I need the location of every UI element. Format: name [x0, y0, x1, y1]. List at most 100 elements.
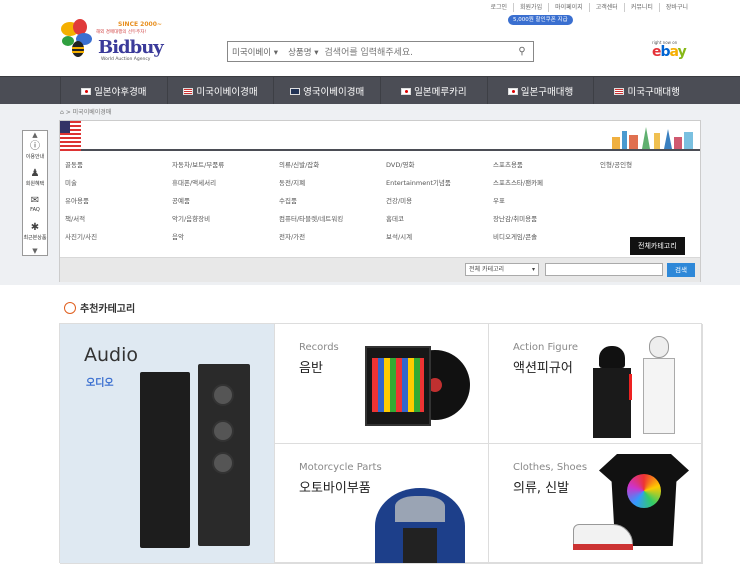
community-link[interactable]: 커뮤니티 — [623, 3, 659, 12]
side-item-recent[interactable]: ✱ 최근본상품 — [23, 220, 47, 247]
category-item[interactable]: 책/서적 — [65, 213, 172, 225]
side-quick-menu: ▲ ⓘ 이용안내 ♟ 회원혜택 ✉ FAQ ✱ 최근본상품 ▼ — [22, 130, 48, 256]
category-item[interactable]: 인형/공인형 — [600, 159, 707, 171]
category-search-button[interactable]: 검색 — [667, 263, 695, 277]
ebay-wordmark: ebay — [652, 44, 687, 60]
main-nav: 일본야후경매 미국이베이경매 영국이베이경매 일본메루카리 일본구매대행 미국구… — [0, 76, 740, 105]
japan-flag-icon — [81, 87, 92, 95]
category-item[interactable]: 스포츠스타/팬카페 — [493, 177, 600, 189]
us-flag-icon — [614, 87, 625, 95]
category-item — [600, 195, 707, 207]
category-item[interactable]: 건강/미용 — [386, 195, 493, 207]
breadcrumb: ⌂ > 미국이베이경매 — [60, 109, 112, 116]
tile-en-label: Records — [299, 342, 339, 353]
category-item[interactable]: 수집품 — [279, 195, 386, 207]
tile-en-label: Motorcycle Parts — [299, 462, 382, 473]
nav-us-purchase[interactable]: 미국구매대행 — [593, 77, 700, 105]
nav-ebay-uk[interactable]: 영국이베이경매 — [273, 77, 380, 105]
category-item[interactable]: 보석/시계 — [386, 231, 493, 243]
nav-ebay-us[interactable]: 미국이베이경매 — [166, 77, 274, 105]
category-item[interactable]: 홈데코 — [386, 213, 493, 225]
support-link[interactable]: 고객센터 — [588, 3, 624, 12]
category-item[interactable]: 미술 — [65, 177, 172, 189]
ebay-logo[interactable]: right now on ebay — [652, 40, 692, 64]
category-item[interactable]: 장난감/취미용품 — [493, 213, 600, 225]
category-item[interactable]: 악기/음향장비 — [172, 213, 279, 225]
logo-subtitle: World Auction Agency — [101, 57, 151, 62]
site-logo[interactable]: SINCE 2000~ 해외 경매대행의 선두주자! Bidbuy World … — [58, 17, 168, 65]
category-item[interactable]: 유아용품 — [65, 195, 172, 207]
nav-japan-purchase[interactable]: 일본구매대행 — [486, 77, 594, 105]
category-item[interactable]: 전자/가전 — [279, 231, 386, 243]
category-item[interactable]: 휴대폰/액세서리 — [172, 177, 279, 189]
faq-icon: ✉ — [30, 195, 40, 206]
category-item — [600, 213, 707, 225]
search-button[interactable]: ⚲ — [511, 46, 533, 57]
breadcrumb-current[interactable]: 미국이베이경매 — [73, 109, 112, 116]
category-item[interactable]: DVD/영화 — [386, 159, 493, 171]
tile-ko-label: 의류, 신발 — [513, 481, 570, 496]
cart-link[interactable]: 장바구니 — [658, 3, 694, 12]
uk-flag-icon — [290, 87, 301, 95]
scroll-up-arrow[interactable]: ▲ — [23, 131, 47, 139]
tile-ko-label: 액션피규어 — [513, 361, 573, 376]
mypage-link[interactable]: 마이페이지 — [548, 3, 589, 12]
top-links: 로그인 회원가입 마이페이지 고객센터 커뮤니티 장바구니 — [484, 3, 694, 12]
tile-audio[interactable]: Audio 오디오 — [60, 324, 275, 564]
us-flag-banner — [60, 121, 81, 151]
tile-ko-label: 음반 — [299, 361, 323, 376]
category-item[interactable]: 골동품 — [65, 159, 172, 171]
category-search-bar: 전체 카테고리 ▾ 검색 — [60, 257, 700, 282]
category-list: 골동품 자동차/보트/부품류 의류/신발/잡화 DVD/영화 스포츠용품 인형/공인형 미술… — [65, 159, 695, 243]
side-item-guide[interactable]: ⓘ 이용안내 — [23, 139, 47, 166]
tile-en-label: Clothes, Shoes — [513, 462, 588, 473]
star-icon: ✱ — [30, 222, 40, 233]
tile-ko-label: 오토바이부품 — [299, 481, 371, 496]
recommended-grid: Audio 오디오 Records 음반 Action Figure 액션피규어… — [59, 323, 703, 564]
tile-action-figure[interactable]: Action Figure 액션피규어 — [489, 324, 703, 444]
category-item[interactable]: 스포츠용품 — [493, 159, 600, 171]
scroll-down-arrow[interactable]: ▼ — [23, 247, 47, 255]
recommended-heading: 추천카테고리 — [64, 300, 135, 315]
tile-records[interactable]: Records 음반 — [275, 324, 489, 444]
all-categories-button[interactable]: 전체카테고리 — [630, 237, 685, 255]
category-item — [600, 177, 707, 189]
nav-mercari-japan[interactable]: 일본메루카리 — [380, 77, 487, 105]
side-item-member[interactable]: ♟ 회원혜택 — [23, 166, 47, 193]
coupon-badge[interactable]: 5,000원 할인쿠폰 지급 — [508, 15, 573, 25]
category-item[interactable]: 공예품 — [172, 195, 279, 207]
category-search-input[interactable] — [545, 263, 663, 276]
category-item[interactable]: 동전/지폐 — [279, 177, 386, 189]
side-item-faq[interactable]: ✉ FAQ — [23, 193, 47, 220]
recommended-title: 추천카테고리 — [80, 304, 136, 315]
apple-icon — [64, 301, 76, 314]
tile-en-label: Audio — [84, 344, 139, 366]
search-input[interactable]: 검색어를 입력해주세요. — [325, 45, 511, 58]
tile-motorcycle-parts[interactable]: Motorcycle Parts 오토바이부품 — [275, 444, 489, 564]
category-item[interactable]: Entertainment기념품 — [386, 177, 493, 189]
search-type-select[interactable]: 상품명 ▾ — [284, 46, 324, 58]
login-link[interactable]: 로그인 — [484, 3, 513, 12]
category-item[interactable]: 컴퓨터/타블렛/네트워킹 — [279, 213, 386, 225]
category-item[interactable]: 의류/신발/잡화 — [279, 159, 386, 171]
category-item[interactable]: 자동차/보트/부품류 — [172, 159, 279, 171]
category-item[interactable]: 음악 — [172, 231, 279, 243]
tile-clothes-shoes[interactable]: Clothes, Shoes 의류, 신발 — [489, 444, 703, 564]
logo-since: SINCE 2000~ — [118, 21, 162, 28]
category-item[interactable]: 사진기/사진 — [65, 231, 172, 243]
category-item[interactable]: 비디오게임/콘솔 — [493, 231, 600, 243]
signup-link[interactable]: 회원가입 — [513, 3, 548, 12]
us-landmarks-illustration — [612, 127, 693, 149]
category-item[interactable]: 우표 — [493, 195, 600, 207]
tile-ko-label: 오디오 — [86, 378, 114, 389]
logo-tagline: 해외 경매대행의 선두주자! — [96, 30, 147, 35]
category-select[interactable]: 전체 카테고리 ▾ — [465, 263, 539, 276]
member-icon: ♟ — [30, 168, 40, 179]
home-icon[interactable]: ⌂ — [60, 109, 64, 116]
search-icon: ⚲ — [518, 46, 526, 57]
nav-yahoo-japan[interactable]: 일본야후경매 — [60, 77, 167, 105]
bee-icon — [61, 19, 92, 57]
logo-brand: Bidbuy — [98, 37, 164, 58]
market-select[interactable]: 미국이베이 ▾ — [228, 46, 284, 58]
info-icon: ⓘ — [30, 141, 40, 152]
